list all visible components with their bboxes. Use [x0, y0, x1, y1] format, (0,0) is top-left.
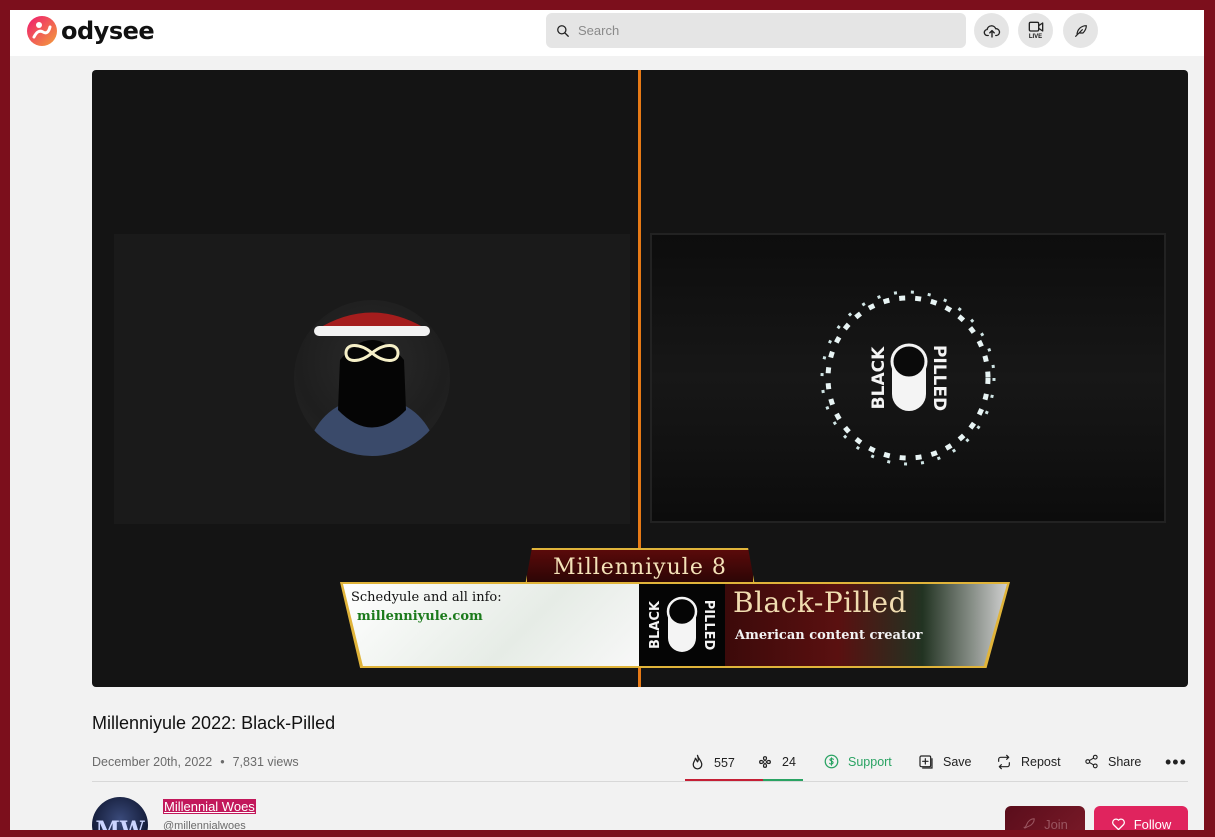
search-icon: [557, 24, 569, 37]
support-button[interactable]: Support: [824, 754, 892, 769]
slime-icon: [759, 756, 771, 768]
follow-label: Follow: [1133, 816, 1172, 831]
channel-name-link[interactable]: Millennial Woes: [163, 799, 256, 814]
search-bar[interactable]: [546, 13, 966, 48]
feather-pen-icon: [1074, 24, 1087, 37]
hooded-figure-image: [304, 312, 440, 456]
channel-handle[interactable]: @millennialwoes: [163, 820, 246, 830]
save-label: Save: [943, 755, 972, 769]
share-button[interactable]: Share: [1084, 754, 1141, 769]
share-icon: [1085, 754, 1098, 769]
more-options-button[interactable]: •••: [1165, 752, 1187, 773]
content-divider: [92, 781, 1188, 782]
banner-guest-name: Black-Pilled: [733, 586, 908, 619]
view-count: 7,831 views: [232, 755, 299, 769]
pill-logo-icon: BLACK PILLED: [648, 596, 716, 652]
fire-icon: [692, 754, 703, 770]
repost-icon: [998, 754, 1010, 770]
fire-reaction-button[interactable]: 557: [690, 754, 735, 771]
join-label: Join: [1044, 816, 1068, 831]
video-title: Millenniyule 2022: Black-Pilled: [92, 713, 336, 733]
banner-pilled-text: PILLED: [701, 600, 716, 651]
right-stream-panel: BLACK PILLED: [650, 233, 1166, 523]
banner-black-text: BLACK: [648, 600, 663, 649]
support-label: Support: [848, 754, 892, 769]
video-camera-icon: [1028, 21, 1043, 32]
banner-guest-panel: Black-Pilled American content creator: [725, 584, 1007, 666]
rocket-icon: [1023, 818, 1035, 829]
banner-website-text: millenniyule.com: [357, 609, 483, 624]
video-player[interactable]: BLACK PILLED Millenniyule 8 Schedyule an…: [92, 70, 1188, 687]
heart-icon: [1111, 818, 1125, 830]
fire-count: 557: [714, 755, 735, 770]
banner-schedule-text: Schedyule and all info:: [351, 590, 502, 605]
banner-logo-panel: BLACK PILLED: [639, 584, 725, 666]
dollar-coin-icon: [824, 754, 839, 769]
share-label: Share: [1108, 754, 1142, 769]
go-live-button[interactable]: LIVE: [1018, 13, 1053, 48]
publish-post-button[interactable]: [1063, 13, 1098, 48]
search-input[interactable]: [578, 23, 938, 38]
join-button[interactable]: Join: [1005, 806, 1085, 830]
app-window: odysee LIVE: [10, 10, 1204, 830]
separator-dot: •: [220, 755, 225, 769]
cloud-upload-icon: [983, 24, 1000, 38]
banner-info-panel: Schedyule and all info: millenniyule.com: [343, 584, 639, 666]
live-label: LIVE: [1028, 34, 1043, 40]
top-header: odysee LIVE: [10, 10, 1204, 56]
upload-button[interactable]: [974, 13, 1009, 48]
follow-button[interactable]: Follow: [1094, 806, 1188, 830]
logo-pilled-text: PILLED: [929, 345, 949, 411]
publish-date: December 20th, 2022: [92, 755, 213, 769]
logo-wordmark: odysee: [61, 17, 155, 45]
save-button[interactable]: Save: [918, 754, 972, 770]
guest-avatar-image: [294, 300, 450, 456]
channel-avatar[interactable]: MW: [92, 797, 148, 830]
odysee-logo[interactable]: odysee: [26, 15, 155, 47]
repost-label: Repost: [1021, 755, 1061, 769]
event-lower-third: Schedyule and all info: millenniyule.com…: [340, 582, 1010, 668]
logo-black-text: BLACK: [869, 346, 889, 409]
event-banner-title: Millenniyule 8: [525, 548, 755, 586]
repost-button[interactable]: Repost: [996, 754, 1061, 770]
black-pilled-logo: BLACK PILLED: [820, 290, 996, 466]
odysee-logo-icon: [27, 16, 57, 46]
slime-count: 24: [782, 755, 796, 769]
publish-info: December 20th, 2022 • 7,831 views: [92, 755, 299, 769]
playlist-add-icon: [919, 755, 933, 769]
slime-reaction-button[interactable]: 24: [757, 754, 796, 770]
banner-guest-description: American content creator: [735, 628, 923, 643]
